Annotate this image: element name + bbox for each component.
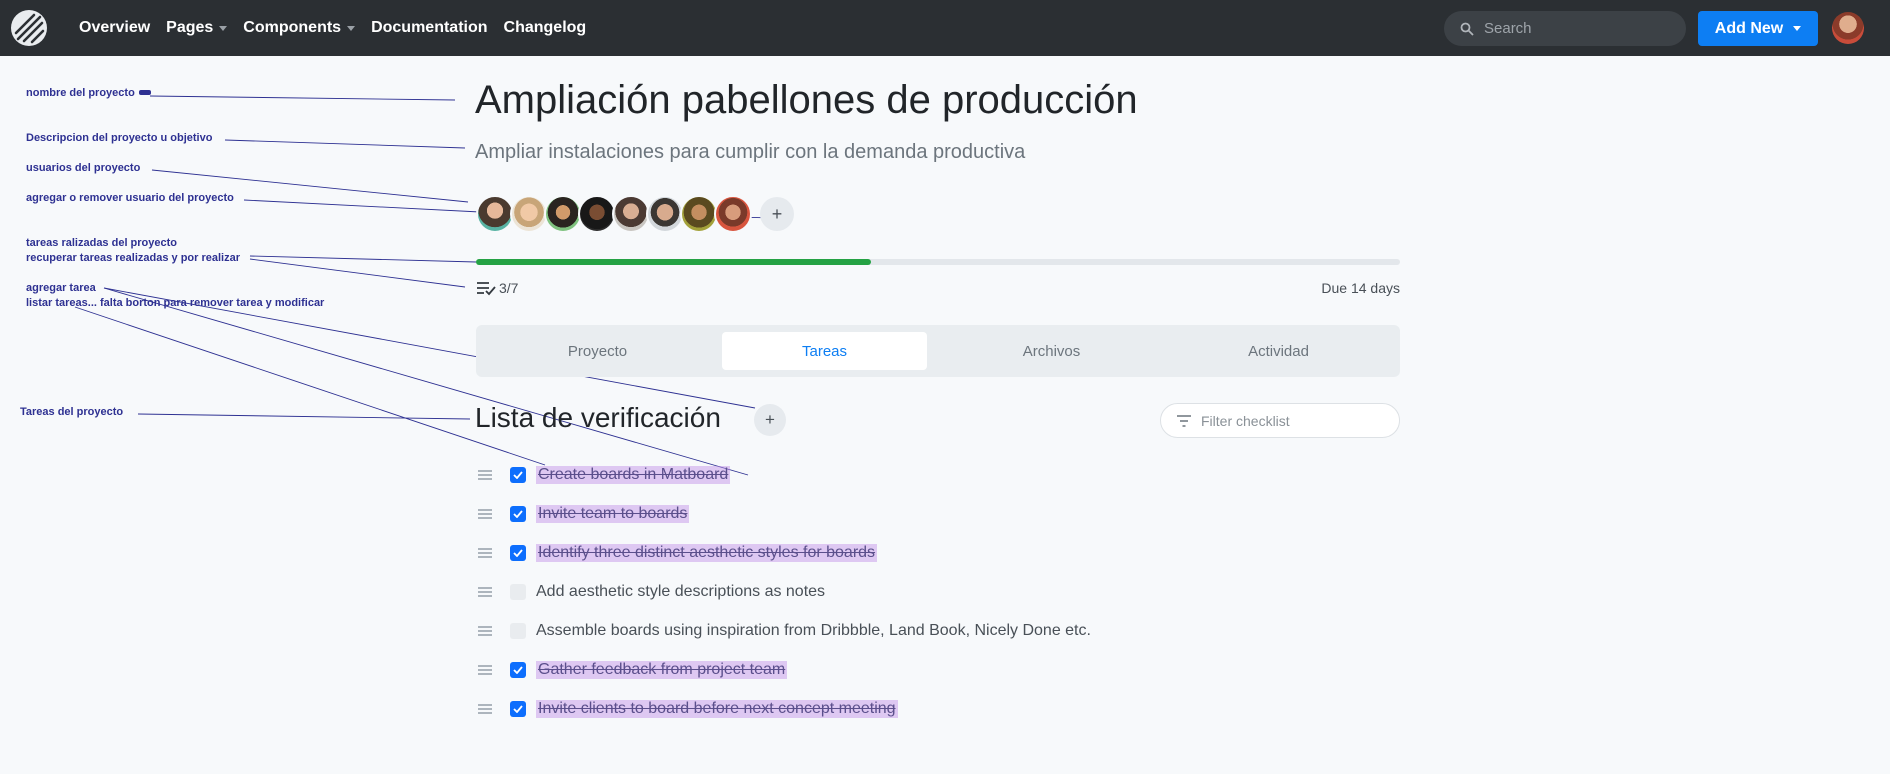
filter-checklist[interactable] [1160,403,1400,438]
tab-archivos[interactable]: Archivos [949,332,1154,370]
nav-components[interactable]: Components [243,19,356,37]
task-checkbox[interactable] [510,467,526,483]
main-nav: Overview Pages Components Documentation … [79,0,586,56]
avatar[interactable] [510,195,548,233]
task-label: Create boards in Matboard [536,466,731,484]
nav-pages[interactable]: Pages [166,19,228,37]
plus-icon: + [771,203,783,224]
task-checkbox[interactable] [510,545,526,561]
add-member-button[interactable]: + [760,197,794,231]
search-icon [1460,22,1474,36]
drag-handle-icon[interactable] [478,626,492,636]
tab-proyecto-label: Proyecto [567,342,628,360]
plus-icon: + [765,410,775,429]
top-navbar: Overview Pages Components Documentation … [0,0,1890,56]
task-count: 3/7 [476,280,518,296]
project-members: + [476,195,794,233]
annotation-add-task: agregar tarea [26,282,96,294]
task-row: Create boards in Matboard [478,463,731,487]
task-row: Invite clients to board before next conc… [478,697,898,721]
nav-pages-label: Pages [166,19,214,36]
nav-components-label: Components [243,19,342,36]
avatar[interactable] [578,195,616,233]
check-icon [513,471,523,479]
filter-icon [1177,414,1191,427]
chevron-down-icon [1793,26,1802,31]
search-input[interactable] [1484,20,1664,37]
task-label: Invite team to boards [536,505,690,523]
user-avatar[interactable] [1832,12,1864,44]
checklist-title: Lista de verificación [475,402,721,433]
filter-input[interactable] [1201,412,1391,429]
task-checkbox[interactable] [510,701,526,717]
logo-icon[interactable] [10,9,48,47]
annotation-list-tasks: listar tareas... falta borton para remov… [26,297,325,309]
drag-handle-icon[interactable] [478,470,492,480]
task-checkbox[interactable] [510,584,526,600]
annotation-project-description: Descripcion del proyecto u objetivo [26,132,213,144]
due-date: Due 14 days [1321,280,1400,296]
nav-documentation[interactable]: Documentation [371,19,487,37]
drag-handle-icon[interactable] [478,587,492,597]
nav-changelog[interactable]: Changelog [504,19,587,37]
avatar[interactable] [612,195,650,233]
task-checkbox[interactable] [510,623,526,639]
nav-changelog-label: Changelog [503,19,587,36]
project-tabs: Proyecto Tareas Archivos Actividad [476,325,1400,377]
annotation-completed-tasks: tareas ralizadas del proyecto [26,237,178,249]
tab-actividad[interactable]: Actividad [1176,332,1381,370]
task-label: Gather feedback from project team [536,661,788,679]
nav-overview-label: Overview [79,19,151,36]
check-icon [513,666,523,674]
drag-handle-icon[interactable] [478,548,492,558]
annotation-project-users: usuarios del proyecto [26,162,141,174]
task-checkbox[interactable] [510,506,526,522]
tab-proyecto[interactable]: Proyecto [495,332,700,370]
avatar[interactable] [544,195,582,233]
task-label: Identify three distinct aesthetic styles… [536,544,878,562]
task-row: Gather feedback from project team [478,658,788,682]
nav-overview[interactable]: Overview [79,19,150,37]
task-checkbox[interactable] [510,662,526,678]
annotation-fetch-tasks: recuperar tareas realizadas y por realiz… [26,252,241,264]
project-title: Ampliación pabellones de producción [475,78,1138,122]
chevron-down-icon [347,25,356,31]
avatar[interactable] [680,195,718,233]
drag-handle-icon[interactable] [478,509,492,519]
chevron-down-icon [219,25,228,31]
checklist-icon [477,282,496,296]
task-count-value: 3/7 [499,280,519,296]
tab-tareas-label: Tareas [801,342,848,360]
avatar[interactable] [646,195,684,233]
annotation-project-name: nombre del proyecto [26,87,135,99]
check-icon [513,705,523,713]
task-label: Assemble boards using inspiration from D… [536,622,1091,639]
task-progress-bar [476,259,1400,265]
check-icon [513,549,523,557]
tab-archivos-label: Archivos [1022,342,1081,360]
annotation-project-tasks: Tareas del proyecto [20,406,124,418]
add-new-button[interactable]: Add New [1698,11,1818,46]
search-box[interactable] [1444,11,1686,46]
task-row: Assemble boards using inspiration from D… [478,619,1091,643]
drag-handle-icon[interactable] [478,704,492,714]
task-row: Add aesthetic style descriptions as note… [478,580,825,604]
avatar[interactable] [476,195,514,233]
task-progress-fill [476,259,872,265]
tab-actividad-label: Actividad [1248,342,1309,360]
add-new-label: Add New [1714,19,1784,37]
check-icon [513,510,523,518]
task-label: Add aesthetic style descriptions as note… [536,583,826,600]
project-description: Ampliar instalaciones para cumplir con l… [475,141,1026,163]
nav-documentation-label: Documentation [371,19,488,36]
drag-handle-icon[interactable] [478,665,492,675]
add-task-button[interactable]: + [754,404,786,436]
annotation-add-remove-user: agregar o remover usuario del proyecto [26,192,234,204]
task-label: Invite clients to board before next conc… [536,700,898,718]
avatar[interactable] [714,195,752,233]
tab-tareas[interactable]: Tareas [722,332,927,370]
task-row: Identify three distinct aesthetic styles… [478,541,878,565]
task-row: Invite team to boards [478,502,690,526]
